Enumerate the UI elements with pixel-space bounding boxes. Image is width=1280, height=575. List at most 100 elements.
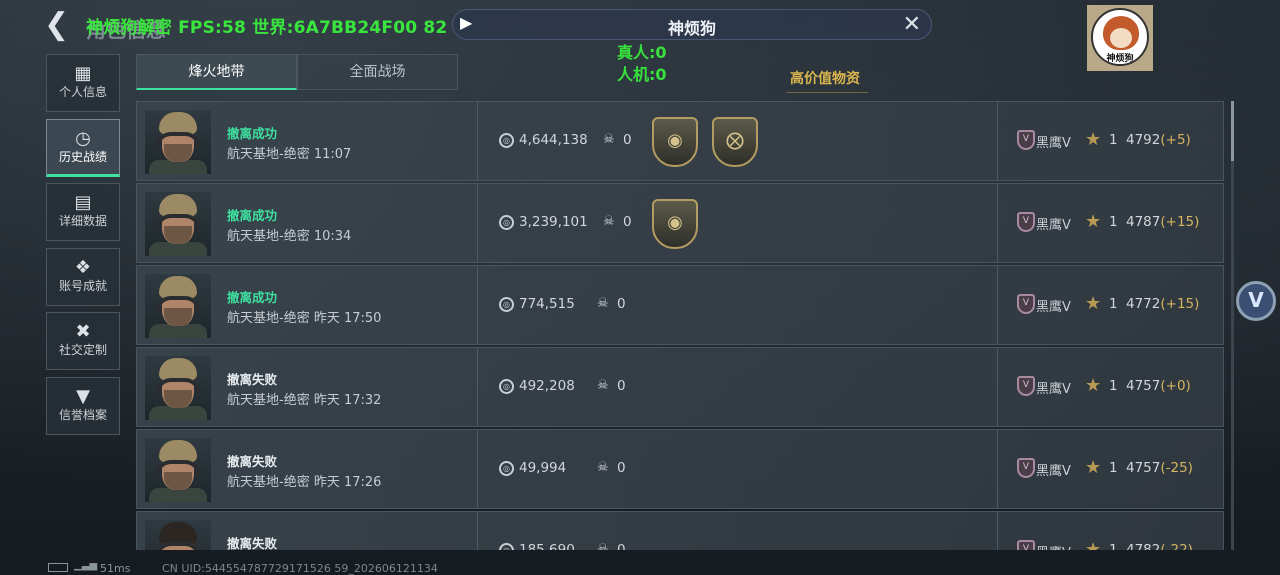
v-logo-floating-icon[interactable]: V xyxy=(1236,281,1276,321)
match-row[interactable]: 撤离成功 航天基地-绝密 11:07 ◎ 4,644,138 ☠ 0 ◉ ⨂ V… xyxy=(136,101,1224,181)
rank-name: 黑鹰V xyxy=(1036,542,1071,550)
score-value: 4757 xyxy=(1126,460,1161,476)
medal-badge-icon: ◉ xyxy=(652,199,698,249)
rank-score: 4782(-22) xyxy=(1126,542,1193,550)
loot-value: 3,239,101 xyxy=(519,214,588,230)
real-players-count: 真人:0 xyxy=(617,43,667,62)
skull-icon: ☠ xyxy=(597,296,609,311)
nav-label: 历史战绩 xyxy=(58,149,107,164)
score-delta: (+5) xyxy=(1160,132,1191,148)
dog-face xyxy=(1110,28,1132,48)
rank-name: 黑鹰V xyxy=(1036,382,1071,397)
star-count: 1 xyxy=(1109,296,1118,312)
rank-name: 黑鹰V xyxy=(1036,136,1071,151)
match-history-list[interactable]: 撤离成功 航天基地-绝密 11:07 ◎ 4,644,138 ☠ 0 ◉ ⨂ V… xyxy=(136,101,1224,550)
scrollbar-thumb[interactable] xyxy=(1231,101,1234,161)
nav-detailed-data[interactable]: ▤ 详细数据 xyxy=(46,183,120,241)
nav-achievements[interactable]: ❖ 账号成就 xyxy=(46,247,120,306)
divider xyxy=(477,512,478,550)
kill-count: 0 xyxy=(617,542,626,550)
operator-portrait xyxy=(145,520,211,550)
divider xyxy=(997,184,998,262)
rank-emblem-icon: V xyxy=(1017,376,1035,396)
medal-icon: ❖ xyxy=(74,256,92,278)
tab-beacon-zone[interactable]: 烽火地带 xyxy=(136,54,297,90)
star-icon: ★ xyxy=(1085,211,1102,232)
nav-social-customize[interactable]: ✖ 社交定制 xyxy=(46,312,120,370)
shield-icon: ▼ xyxy=(76,385,90,407)
app-avatar[interactable]: 神烦狗 xyxy=(1087,5,1153,71)
nav-label: 社交定制 xyxy=(58,343,107,357)
score-value: 4792 xyxy=(1126,132,1161,148)
match-row[interactable]: 撤离失败 航天基地-绝密 昨天 17:32 ◎ 492,208 ☠ 0 V 黑鹰… xyxy=(136,347,1224,427)
map-and-time: 航天基地-绝密 昨天 17:50 xyxy=(227,311,382,326)
star-icon: ★ xyxy=(1085,375,1102,396)
rank-score: 4772(+15) xyxy=(1126,296,1199,312)
medal-badge-icon: ◉ xyxy=(652,117,698,167)
divider xyxy=(997,512,998,550)
match-row[interactable]: 撤离成功 航天基地-绝密 昨天 17:50 ◎ 774,515 ☠ 0 V 黑鹰… xyxy=(136,265,1224,345)
close-icon[interactable]: ✕ xyxy=(903,12,921,37)
extraction-status: 撤离失败 xyxy=(227,372,278,387)
currency-icon: ◎ xyxy=(499,543,514,550)
skull-icon: ☠ xyxy=(597,460,609,475)
nav-credit-profile[interactable]: ▼ 信誉档案 xyxy=(46,376,120,435)
list-scrollbar[interactable] xyxy=(1231,101,1234,550)
crosshair-badge-icon: ⨂ xyxy=(712,117,758,167)
uid-text: CN UID:544554787729171526 59_20260612113… xyxy=(162,562,438,575)
nav-history-record[interactable]: ◷ 历史战绩 xyxy=(46,118,120,177)
score-value: 4787 xyxy=(1126,214,1161,230)
operator-portrait xyxy=(145,438,211,502)
match-row[interactable]: 撤离失败 航天基地-绝密 昨天 17:26 ◎ 49,994 ☠ 0 V 黑鹰V… xyxy=(136,429,1224,509)
loot-value: 4,644,138 xyxy=(519,132,588,148)
divider xyxy=(477,430,478,508)
match-row[interactable]: 撤离失败 ◎ 185,690 ☠ 0 V 黑鹰V ★ 1 4782(-22) xyxy=(136,511,1224,550)
mode-tabs: 烽火地带 全面战场 xyxy=(136,54,458,90)
footer-status: ▁▃▅ 51ms CN UID:544554787729171526 59_20… xyxy=(0,556,1280,575)
rank-score: 4757(+0) xyxy=(1126,378,1191,394)
loot-value: 49,994 xyxy=(519,460,567,476)
loot-value: 185,690 xyxy=(519,542,575,550)
star-icon: ★ xyxy=(1085,129,1102,150)
star-count: 1 xyxy=(1109,378,1118,394)
nav-label: 详细数据 xyxy=(58,214,107,228)
divider xyxy=(997,348,998,426)
operator-portrait xyxy=(145,356,211,420)
score-delta: (-25) xyxy=(1160,460,1193,476)
rank-emblem-icon: V xyxy=(1017,130,1035,150)
match-row[interactable]: 撤离成功 航天基地-绝密 10:34 ◎ 3,239,101 ☠ 0 ◉ V 黑… xyxy=(136,183,1224,263)
divider xyxy=(997,266,998,344)
skull-icon: ☠ xyxy=(603,132,615,147)
ping-readout: 51ms xyxy=(100,562,131,575)
rank-name: 黑鹰V xyxy=(1036,218,1071,233)
rank-emblem-icon: V xyxy=(1017,212,1035,232)
floating-title: 神烦狗 xyxy=(667,19,716,38)
extraction-status: 撤离失败 xyxy=(227,536,278,550)
back-arrow-icon[interactable]: ❮ xyxy=(44,10,72,42)
score-value: 4772 xyxy=(1126,296,1161,312)
play-icon[interactable]: ▶ xyxy=(460,13,472,32)
high-value-items-label[interactable]: 高价值物资 xyxy=(790,68,860,88)
tab-full-battlefield[interactable]: 全面战场 xyxy=(297,54,458,90)
currency-icon: ◎ xyxy=(499,297,514,312)
divider xyxy=(477,348,478,426)
floating-title-bar[interactable]: 神烦狗 ✕ xyxy=(452,9,932,40)
avatar-ring: 神烦狗 xyxy=(1091,8,1149,66)
map-and-time: 航天基地-绝密 昨天 17:26 xyxy=(227,475,382,490)
extraction-status: 撤离成功 xyxy=(227,290,278,305)
bot-players-count: 人机:0 xyxy=(617,65,667,84)
nav-personal-info[interactable]: ▦ 个人信息 xyxy=(46,54,120,112)
star-count: 1 xyxy=(1109,542,1118,550)
currency-icon: ◎ xyxy=(499,461,514,476)
star-count: 1 xyxy=(1109,460,1118,476)
battery-icon xyxy=(48,563,68,572)
bar-chart-icon: ▦ xyxy=(74,63,92,84)
kill-count: 0 xyxy=(617,378,626,394)
star-icon: ★ xyxy=(1085,457,1102,478)
folder-icon: ▤ xyxy=(74,192,92,213)
divider xyxy=(477,266,478,344)
high-value-underline xyxy=(786,92,868,93)
rank-name: 黑鹰V xyxy=(1036,300,1071,315)
kill-count: 0 xyxy=(623,132,632,148)
map-and-time: 航天基地-绝密 昨天 17:32 xyxy=(227,393,382,408)
